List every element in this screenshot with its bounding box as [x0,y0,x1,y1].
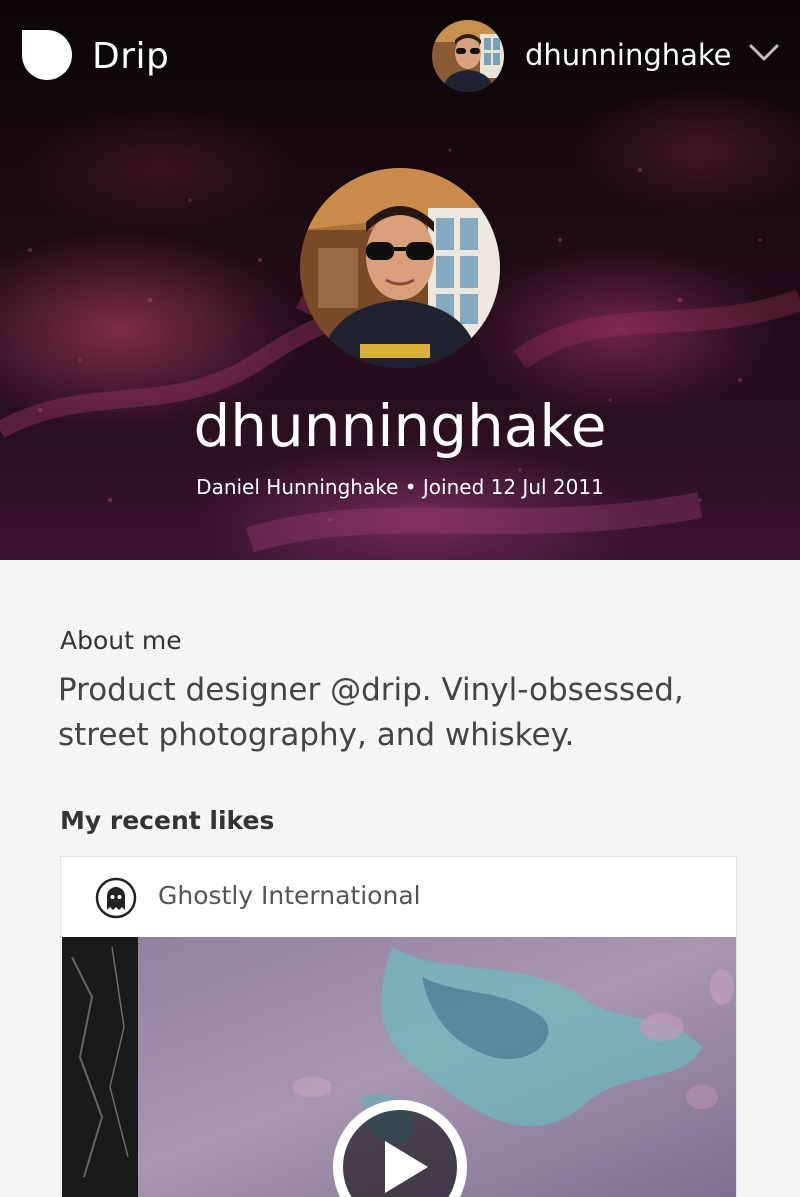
chevron-down-icon[interactable] [748,42,780,64]
brand-name[interactable]: Drip [92,36,169,77]
play-icon[interactable] [330,1097,470,1197]
user-avatar-image [432,20,504,92]
nav-username[interactable]: dhunninghake [525,38,732,72]
release-artwork[interactable] [62,937,736,1197]
nav-avatar[interactable] [432,20,504,92]
about-text: Product designer @drip. Vinyl-obsessed, … [58,672,684,753]
profile-username: dhunninghake [193,392,607,460]
about-heading: About me [60,626,182,655]
profile-avatar-image [300,168,500,368]
drip-logo-icon[interactable] [22,30,72,80]
release-card[interactable]: Ghostly International [60,856,737,1197]
ghost-label-icon [95,877,137,919]
release-artist[interactable]: Ghostly International [158,881,421,910]
likes-heading: My recent likes [60,806,275,835]
profile-hero: Drip dhunninghake dhunninghake Daniel Hu… [0,0,800,560]
profile-meta: Daniel Hunninghake • Joined 12 Jul 2011 [196,475,604,499]
profile-avatar [300,168,500,368]
release-card-header[interactable]: Ghostly International [61,857,736,937]
